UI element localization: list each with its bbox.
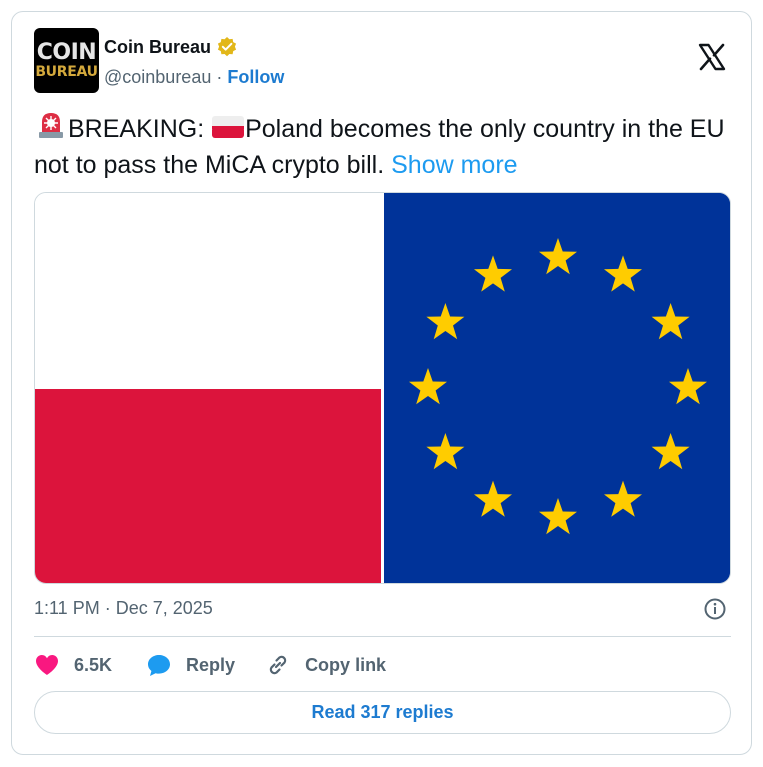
tweet-breaking-text: BREAKING: xyxy=(68,115,212,143)
reply-label: Reply xyxy=(186,654,236,675)
handle-separator: · xyxy=(216,67,223,87)
copy-link-label: Copy link xyxy=(305,654,387,675)
author-display-name[interactable]: Coin Bureau xyxy=(104,37,211,58)
siren-emoji-icon xyxy=(39,113,63,138)
tweet-card: COIN BUREAU Coin Bureau @coinbureau · Fo… xyxy=(11,11,752,755)
tweet-text: BREAKING: Poland becomes the only countr… xyxy=(34,110,734,183)
author-handle-row: @coinbureau · Follow xyxy=(104,67,284,88)
avatar-text-top: COIN xyxy=(36,39,97,65)
like-button[interactable]: 6.5K xyxy=(34,652,112,678)
show-more-link[interactable]: Show more xyxy=(391,151,517,179)
info-icon[interactable] xyxy=(703,597,727,621)
tweet-actions: 6.5K Reply Copy link xyxy=(34,652,386,678)
poland-flag-image xyxy=(35,193,381,583)
poland-flag-emoji-icon xyxy=(212,116,245,138)
tweet-timestamp[interactable]: 1:11 PM · Dec 7, 2025 xyxy=(34,598,213,619)
author-handle[interactable]: @coinbureau xyxy=(104,67,211,88)
x-logo-icon[interactable] xyxy=(697,42,727,72)
author-name-row: Coin Bureau xyxy=(104,36,238,58)
eu-flag-image xyxy=(384,193,730,583)
link-icon xyxy=(269,655,287,675)
tweet-media[interactable] xyxy=(34,192,731,584)
follow-button[interactable]: Follow xyxy=(227,67,284,88)
heart-icon xyxy=(36,655,58,675)
read-replies-button[interactable]: Read 317 replies xyxy=(34,691,731,734)
reply-bubble-icon xyxy=(148,655,171,676)
avatar[interactable]: COIN BUREAU xyxy=(34,28,99,93)
like-count: 6.5K xyxy=(74,654,113,675)
poland-flag-white-band xyxy=(35,193,381,389)
divider xyxy=(34,636,731,637)
poland-flag-red-band xyxy=(35,389,381,583)
verified-badge-icon xyxy=(217,37,237,57)
reply-button[interactable]: Reply xyxy=(146,652,235,678)
copy-link-button[interactable]: Copy link xyxy=(265,652,386,678)
avatar-text-bottom: BUREAU xyxy=(35,63,98,80)
